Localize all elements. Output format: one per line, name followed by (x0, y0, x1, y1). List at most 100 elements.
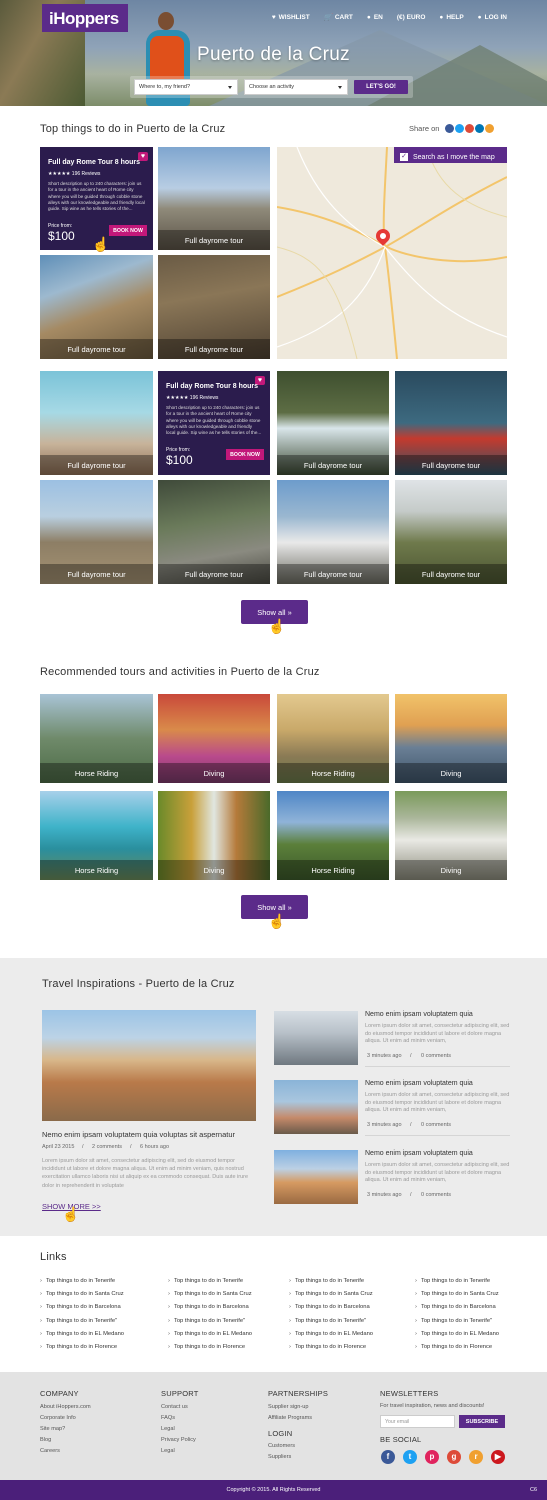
blog-main-image[interactable] (42, 1010, 256, 1121)
tour-tile[interactable]: Full dayrome tour (395, 480, 507, 584)
wishlist-link[interactable]: ♥ WISHLIST (272, 13, 310, 21)
footer-link[interactable]: Suppliers (268, 1454, 291, 1460)
footer-link-item[interactable]: Top things to do in Santa Cruz (415, 1291, 499, 1297)
help-link[interactable]: ● HELP (439, 13, 463, 21)
activity-tile[interactable]: Diving (158, 791, 270, 880)
blog-comments[interactable]: 2 comments (92, 1144, 122, 1150)
tile-caption: Full dayrome tour (40, 455, 153, 475)
tour-tile[interactable]: Full dayrome tour (158, 255, 270, 359)
footer-link[interactable]: Careers (40, 1448, 60, 1454)
activity-tile[interactable]: Horse Riding (277, 791, 389, 880)
footer-link-item[interactable]: Top things to do in EL Medano (168, 1331, 252, 1337)
twitter-icon[interactable]: t (403, 1450, 417, 1464)
subscribe-button[interactable]: SUBSCRIBE (459, 1415, 505, 1428)
footer-link[interactable]: Contact us (161, 1404, 188, 1410)
footer-link-item[interactable]: Top things to do in Barcelona (289, 1304, 370, 1310)
footer-link-item[interactable]: Top things to do in Tenerife (168, 1278, 243, 1284)
tour-tile[interactable]: Full dayrome tour (158, 147, 270, 250)
footer-link-item[interactable]: Top things to do in Florence (40, 1344, 117, 1350)
rss-icon[interactable] (485, 124, 495, 133)
footer-link-item[interactable]: Top things to do in EL Medano (289, 1331, 373, 1337)
book-now-button[interactable]: BOOK NOW (226, 449, 264, 460)
footer-link-item[interactable]: Top things to do in Barcelona (168, 1304, 249, 1310)
blog-side-image[interactable] (274, 1150, 358, 1204)
footer-link-item[interactable]: Top things to do in Santa Cruz (289, 1291, 373, 1297)
footer-link[interactable]: Legal (161, 1448, 175, 1454)
footer-link-item[interactable]: Top things to do in EL Medano (415, 1331, 499, 1337)
activity-tile[interactable]: Horse Riding (277, 694, 389, 783)
activity-tile[interactable]: Diving (395, 791, 507, 880)
footer-link[interactable]: Legal (161, 1426, 175, 1432)
map-search-toggle[interactable]: ✓ Search as I move the map (394, 147, 507, 163)
blog-side-title[interactable]: Nemo enim ipsam voluptatem quia (365, 1011, 473, 1018)
blog-side-image[interactable] (274, 1011, 358, 1065)
footer-link-item[interactable]: Top things to do in Tenerife (415, 1278, 490, 1284)
tour-tile[interactable]: Full dayrome tour (277, 480, 389, 584)
activity-tile[interactable]: Horse Riding (40, 791, 153, 880)
activity-tile[interactable]: Horse Riding (40, 694, 153, 783)
footer-link-item[interactable]: Top things to do in Tenerife" (415, 1318, 492, 1324)
linkedin-icon[interactable] (475, 124, 485, 133)
share-bar: Share on (409, 124, 495, 133)
footer-link-item[interactable]: Top things to do in Florence (168, 1344, 245, 1350)
tour-tile[interactable]: Full dayrome tour (40, 480, 153, 584)
currency-link[interactable]: (€) EURO (397, 13, 426, 21)
blog-side-image[interactable] (274, 1080, 358, 1134)
footer-link[interactable]: Privacy Policy (161, 1437, 196, 1443)
facebook-icon[interactable]: f (381, 1450, 395, 1464)
blog-comments[interactable]: 0 comments (421, 1122, 451, 1128)
tour-tile[interactable]: Full dayrome tour (395, 371, 507, 475)
activity-tile[interactable]: Diving (395, 694, 507, 783)
footer-link[interactable]: Supplier sign-up (268, 1404, 308, 1410)
search-go-button[interactable]: LET'S GO! (354, 80, 408, 94)
blog-comments[interactable]: 0 comments (421, 1053, 451, 1059)
googleplus-icon[interactable] (465, 124, 475, 133)
blog-comments[interactable]: 0 comments (421, 1192, 451, 1198)
footer-link-item[interactable]: Top things to do in Tenerife" (40, 1318, 117, 1324)
tour-tile[interactable]: Full dayrome tour (158, 480, 270, 584)
footer-link[interactable]: About iHoppers.com (40, 1404, 91, 1410)
promo-card[interactable]: ♥ Full day Rome Tour 8 hours ★★★★★ 196 R… (158, 371, 270, 475)
footer-link-item[interactable]: Top things to do in Tenerife" (289, 1318, 366, 1324)
logo[interactable]: iHoppers (42, 4, 128, 32)
activity-tile[interactable]: Diving (158, 694, 270, 783)
rss-icon[interactable]: r (469, 1450, 483, 1464)
facebook-icon[interactable] (445, 124, 455, 133)
blog-main-title[interactable]: Nemo enim ipsam voluptatem quia voluptas… (42, 1130, 235, 1139)
language-link[interactable]: ● EN (367, 13, 383, 21)
googleplus-icon[interactable]: g (447, 1450, 461, 1464)
footer-link-item[interactable]: Top things to do in Tenerife (289, 1278, 364, 1284)
tour-tile[interactable]: Full dayrome tour (277, 371, 389, 475)
footer-link-item[interactable]: Top things to do in Barcelona (415, 1304, 496, 1310)
footer-link-item[interactable]: Top things to do in Tenerife (40, 1278, 115, 1284)
footer-link-item[interactable]: Top things to do in EL Medano (40, 1331, 124, 1337)
youtube-icon[interactable]: ▶ (491, 1450, 505, 1464)
tour-tile[interactable]: Full dayrome tour (40, 371, 153, 475)
map[interactable]: ✓ Search as I move the map (277, 147, 507, 359)
promo-card[interactable]: ♥ Full day Rome Tour 8 hours ★★★★★ 196 R… (40, 147, 153, 250)
blog-side-title[interactable]: Nemo enim ipsam voluptatem quia (365, 1150, 473, 1157)
footer-link-item[interactable]: Top things to do in Santa Cruz (168, 1291, 252, 1297)
pinterest-icon[interactable]: p (425, 1450, 439, 1464)
footer-link-item[interactable]: Top things to do in Tenerife" (168, 1318, 245, 1324)
tour-tile[interactable]: Full dayrome tour (40, 255, 153, 359)
footer-link-item[interactable]: Top things to do in Florence (415, 1344, 492, 1350)
footer-link-item[interactable]: Top things to do in Santa Cruz (40, 1291, 124, 1297)
login-link[interactable]: ● LOG IN (478, 13, 507, 21)
blog-side-title[interactable]: Nemo enim ipsam voluptatem quia (365, 1080, 473, 1087)
promo-description: Short description up to 240 characters: … (166, 405, 262, 436)
newsletter-email-input[interactable]: Your email (380, 1415, 455, 1428)
activity-select[interactable]: Choose an activity (244, 79, 348, 95)
footer-link[interactable]: Blog (40, 1437, 51, 1443)
destination-select[interactable]: Where to, my friend? (134, 79, 238, 95)
footer-link-item[interactable]: Top things to do in Florence (289, 1344, 366, 1350)
twitter-icon[interactable] (455, 124, 465, 133)
cart-link[interactable]: 🛒 CART (324, 13, 353, 22)
footer-link[interactable]: FAQs (161, 1415, 175, 1421)
footer-link-item[interactable]: Top things to do in Barcelona (40, 1304, 121, 1310)
footer-link[interactable]: Corporate Info (40, 1415, 76, 1421)
book-now-button[interactable]: BOOK NOW (109, 225, 147, 236)
footer-link[interactable]: Affiliate Programs (268, 1415, 312, 1421)
footer-link[interactable]: Site map? (40, 1426, 65, 1432)
footer-link[interactable]: Customers (268, 1443, 295, 1449)
